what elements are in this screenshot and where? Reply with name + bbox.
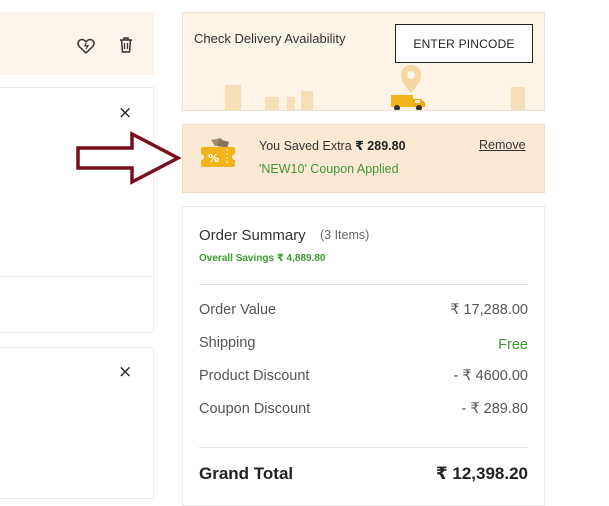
coupon-discount-amount: - ₹ 289.80 <box>461 401 528 417</box>
delivery-label: Check Delivery Availability <box>194 31 346 46</box>
cart-item-card: × <box>0 87 154 333</box>
cart-item-card: × <box>0 347 154 499</box>
coupon-applied-text: 'NEW10' Coupon Applied <box>259 162 399 176</box>
order-value-label: Order Value <box>199 302 277 318</box>
delivery-truck-icon <box>391 95 425 110</box>
order-summary-panel: Order Summary (3 Items) Overall Savings … <box>182 206 545 506</box>
item-count: (3 Items) <box>320 228 370 242</box>
remove-coupon-link[interactable]: Remove <box>479 138 526 152</box>
saved-extra-amount: ₹ 289.80 <box>355 139 406 153</box>
annotation-arrow-icon <box>76 131 182 185</box>
enter-pincode-button[interactable]: ENTER PINCODE <box>395 24 533 63</box>
delete-trash-icon[interactable] <box>116 35 136 55</box>
close-icon[interactable]: × <box>118 364 132 381</box>
cart-item-header <box>0 12 154 75</box>
shipping-label: Shipping <box>199 335 256 351</box>
coupon-applied-panel: % You Saved Extra ₹ 289.80 Remove 'NEW10… <box>182 124 545 193</box>
shipping-value: Free <box>498 337 528 353</box>
grand-total-label: Grand Total <box>199 464 294 483</box>
divider <box>199 284 528 285</box>
delivery-skyline-illustration <box>225 65 525 110</box>
coupon-discount-label: Coupon Discount <box>199 401 311 417</box>
wishlist-heart-icon[interactable] <box>76 36 96 56</box>
divider <box>0 276 153 277</box>
order-summary-title: Order Summary <box>199 227 306 244</box>
product-discount-label: Product Discount <box>199 368 310 384</box>
saved-extra-label: You Saved Extra <box>259 139 356 153</box>
grand-total-amount: ₹ 12,398.20 <box>435 464 528 483</box>
product-discount-amount: - ₹ 4600.00 <box>453 368 528 384</box>
overall-savings: Overall Savings ₹ 4,889.80 <box>199 253 326 264</box>
coupon-ticket-icon: % <box>199 138 238 167</box>
divider <box>199 447 528 448</box>
saved-extra-text: You Saved Extra ₹ 289.80 <box>259 138 406 153</box>
svg-text:%: % <box>208 152 219 165</box>
delivery-availability-panel: Check Delivery Availability ENTER PINCOD… <box>182 12 545 111</box>
close-icon[interactable]: × <box>118 105 132 122</box>
order-value-amount: ₹ 17,288.00 <box>450 302 528 318</box>
